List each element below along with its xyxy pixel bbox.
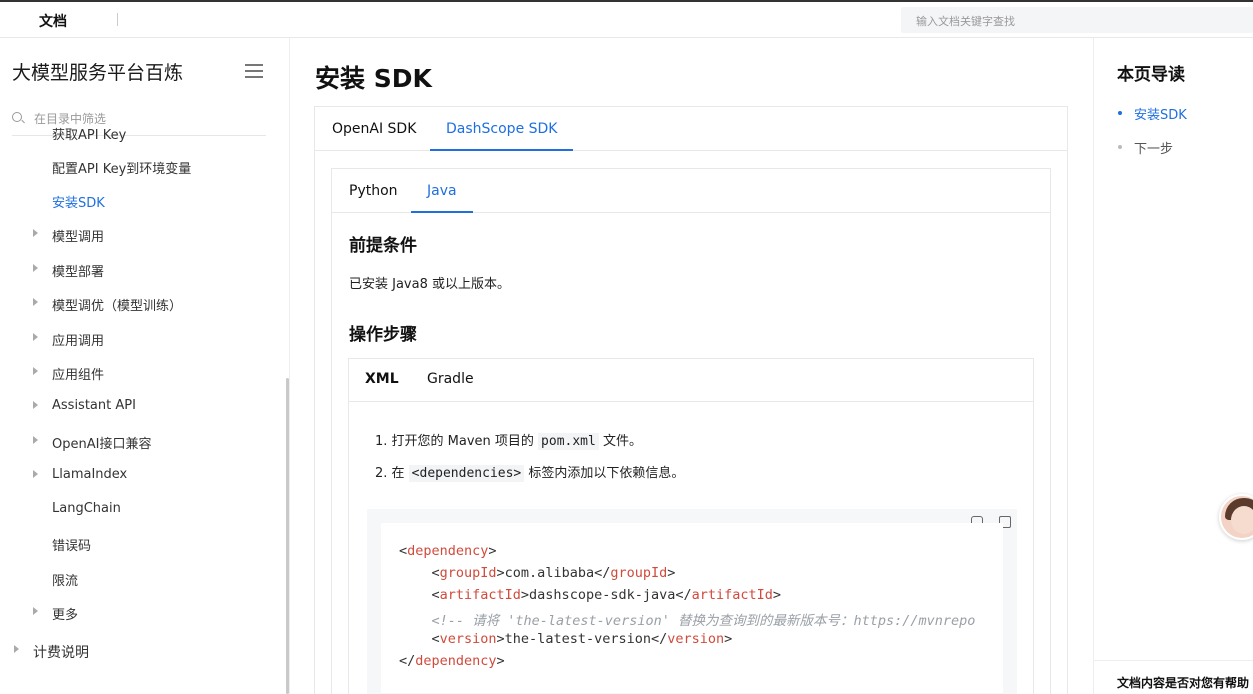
step-1-text: 1. 打开您的 Maven 项目的 bbox=[375, 434, 539, 449]
bullet-icon bbox=[1118, 111, 1122, 115]
sidebar-item-label: 计费说明 bbox=[33, 645, 89, 661]
page-toc: 本页导读 安装SDK 下一步 文档内容是否对您有帮助 bbox=[1093, 38, 1253, 694]
sidebar-scrollbar[interactable] bbox=[286, 378, 289, 694]
sidebar-item[interactable]: Assistant API bbox=[0, 396, 280, 420]
sidebar-item[interactable]: 错误码 bbox=[0, 533, 280, 557]
sidebar-item[interactable]: 模型调用 bbox=[0, 224, 280, 248]
caret-right-icon[interactable] bbox=[33, 264, 38, 272]
sidebar-item[interactable]: 安装SDK bbox=[0, 190, 280, 214]
sidebar-item-label: Assistant API bbox=[52, 398, 136, 413]
code-viewport: <dependency> <groupId>com.alibaba</group… bbox=[381, 523, 1003, 693]
caret-right-icon[interactable] bbox=[33, 229, 38, 237]
sidebar-item[interactable]: 应用调用 bbox=[0, 328, 280, 352]
code-line: <dependency> bbox=[399, 543, 497, 559]
caret-right-icon[interactable] bbox=[33, 298, 38, 306]
caret-right-icon[interactable] bbox=[33, 607, 38, 615]
sidebar-item[interactable]: 配置API Key到环境变量 bbox=[0, 156, 280, 180]
inline-code: pom.xml bbox=[538, 433, 599, 450]
sidebar-item-label: 模型部署 bbox=[52, 265, 105, 280]
caret-right-icon[interactable] bbox=[33, 367, 38, 375]
tab-dashscope-sdk-label: DashScope SDK bbox=[446, 121, 558, 137]
sidebar-item[interactable]: LangChain bbox=[0, 499, 280, 523]
build-tab-bar: XML Gradle bbox=[349, 359, 1033, 402]
sidebar-item-label: 应用调用 bbox=[52, 334, 105, 349]
build-tab-panel: XML Gradle 1. 打开您的 Maven 项目的 pom.xml 文件。… bbox=[348, 358, 1034, 694]
steps-heading: 操作步骤 bbox=[349, 325, 417, 345]
bullet-icon bbox=[1118, 145, 1122, 149]
tab-gradle[interactable]: Gradle bbox=[427, 371, 474, 401]
sidebar-item[interactable]: 获取API Key bbox=[0, 122, 280, 146]
lang-tab-bar: Python Java bbox=[332, 169, 1050, 213]
toc-item-label: 安装SDK bbox=[1134, 108, 1187, 123]
sdk-tab-panel: OpenAI SDK DashScope SDK Python Java 前提条… bbox=[314, 106, 1068, 694]
sidebar-item[interactable]: OpenAI接口兼容 bbox=[0, 431, 280, 455]
feedback-prompt: 文档内容是否对您有帮助 bbox=[1094, 660, 1253, 694]
code-line: </dependency> bbox=[399, 653, 505, 669]
code-line: <version>the-latest-version</version> bbox=[399, 631, 733, 647]
sidebar-item-label: LangChain bbox=[52, 501, 121, 516]
caret-right-icon[interactable] bbox=[33, 470, 38, 478]
sidebar-item-label: OpenAI接口兼容 bbox=[52, 437, 152, 452]
caret-right-icon[interactable] bbox=[33, 401, 38, 409]
step-1: 1. 打开您的 Maven 项目的 pom.xml 文件。 bbox=[375, 430, 642, 450]
sidebar-item-label: 错误码 bbox=[52, 539, 92, 554]
tab-python[interactable]: Python bbox=[349, 183, 398, 213]
page-title: 安装 SDK bbox=[315, 64, 432, 93]
tab-openai-sdk[interactable]: OpenAI SDK bbox=[332, 121, 416, 151]
code-comment: <!-- 请将 'the-latest-version' 替换为查询到的最新版本… bbox=[399, 613, 976, 629]
divider bbox=[117, 13, 118, 26]
tab-xml-label: XML bbox=[365, 371, 399, 387]
code-line: <groupId>com.alibaba</groupId> bbox=[399, 565, 676, 581]
step-2-text: 2. 在 bbox=[375, 466, 409, 481]
caret-right-icon[interactable] bbox=[14, 645, 19, 653]
sidebar: 大模型服务平台百炼 在目录中筛选 获取API Key 配置API Key到环境变量… bbox=[0, 38, 290, 694]
top-bar: 文档 输入文档关键字查找 bbox=[0, 0, 1253, 38]
step-2: 2. 在 <dependencies> 标签内添加以下依赖信息。 bbox=[375, 462, 685, 482]
toc-title: 本页导读 bbox=[1117, 65, 1185, 85]
sidebar-item[interactable]: 计费说明 bbox=[0, 640, 280, 664]
menu-icon[interactable] bbox=[245, 64, 263, 78]
main-content: 安装 SDK OpenAI SDK DashScope SDK Python J… bbox=[291, 38, 1092, 694]
sidebar-item[interactable]: 模型部署 bbox=[0, 259, 280, 283]
tab-java-label: Java bbox=[427, 183, 457, 199]
docs-brand[interactable]: 文档 bbox=[39, 11, 67, 31]
prereq-text: 已安装 Java8 或以上版本。 bbox=[349, 277, 510, 292]
sdk-tab-bar: OpenAI SDK DashScope SDK bbox=[315, 107, 1067, 151]
prereq-heading: 前提条件 bbox=[349, 236, 417, 256]
sidebar-item[interactable]: 应用组件 bbox=[0, 362, 280, 386]
sidebar-item-label: 模型调优（模型训练） bbox=[52, 299, 183, 314]
step-2-suffix: 标签内添加以下依赖信息。 bbox=[524, 466, 685, 481]
sidebar-item-label: 模型调用 bbox=[52, 230, 105, 245]
sidebar-item[interactable]: LlamaIndex bbox=[0, 465, 280, 489]
code-line: <artifactId>dashscope-sdk-java</artifact… bbox=[399, 587, 782, 603]
sidebar-item-label: 配置API Key到环境变量 bbox=[52, 162, 192, 177]
code-block: <dependency> <groupId>com.alibaba</group… bbox=[367, 509, 1017, 694]
sidebar-item[interactable]: 更多 bbox=[0, 602, 280, 626]
sidebar-item-label: 安装SDK bbox=[52, 196, 105, 211]
sidebar-item[interactable]: 模型调优（模型训练） bbox=[0, 293, 280, 317]
tab-dashscope-sdk[interactable]: DashScope SDK bbox=[430, 121, 574, 151]
tab-xml[interactable]: XML bbox=[365, 371, 399, 401]
sidebar-item-label: 限流 bbox=[52, 574, 79, 589]
toc-item-label: 下一步 bbox=[1134, 142, 1174, 157]
sidebar-item-label: 获取API Key bbox=[52, 128, 127, 143]
sidebar-title: 大模型服务平台百炼 bbox=[12, 62, 184, 84]
caret-right-icon[interactable] bbox=[33, 333, 38, 341]
tab-java[interactable]: Java bbox=[411, 183, 473, 213]
lang-tab-panel: Python Java 前提条件 已安装 Java8 或以上版本。 操作步骤 X… bbox=[331, 168, 1051, 694]
doc-search-input[interactable]: 输入文档关键字查找 bbox=[901, 7, 1253, 33]
caret-right-icon[interactable] bbox=[33, 436, 38, 444]
search-icon bbox=[12, 112, 22, 122]
sidebar-item-label: 更多 bbox=[52, 608, 79, 623]
inline-code: <dependencies> bbox=[408, 465, 525, 482]
sidebar-item-label: 应用组件 bbox=[52, 368, 105, 383]
step-1-suffix: 文件。 bbox=[598, 434, 642, 449]
sidebar-item[interactable]: 限流 bbox=[0, 568, 280, 592]
sidebar-item-label: LlamaIndex bbox=[52, 467, 128, 482]
